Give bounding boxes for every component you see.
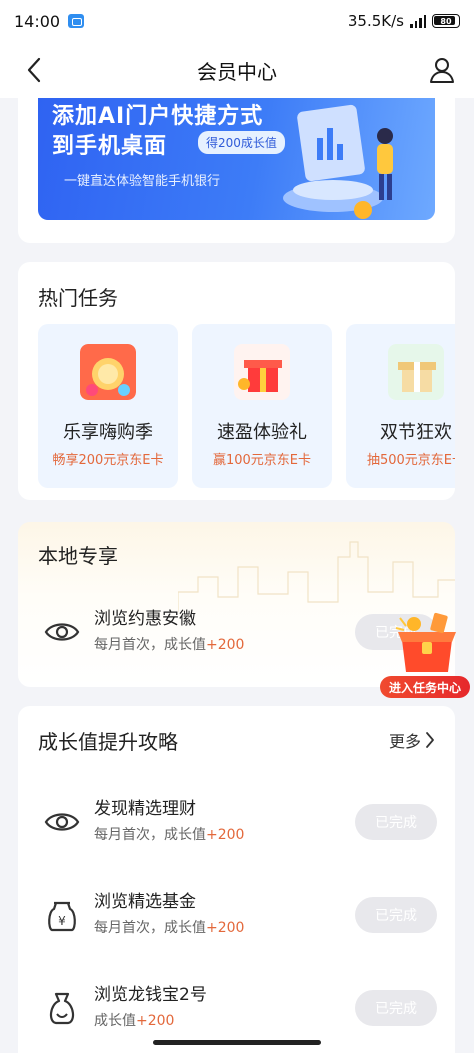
completed-button[interactable]: 已完成	[355, 990, 437, 1026]
svg-text:¥: ¥	[58, 914, 66, 928]
banner-title-line2: 到手机桌面	[52, 134, 168, 159]
shopping-gift-icon	[80, 344, 136, 400]
hot-task-list[interactable]: 乐享嗨购季 畅享200元京东E卡 速盈体验礼 赢100元京东E卡 双节狂欢 抽5…	[38, 324, 455, 488]
eye-icon	[44, 623, 80, 641]
task-desc: 每月首次，成长值+200	[94, 920, 245, 936]
battery-icon: 80	[432, 14, 460, 28]
hot-tasks-title: 热门任务	[38, 286, 118, 310]
task-name: 乐享嗨购季	[63, 422, 153, 443]
growth-strategy-card: 成长值提升攻略 更多 发现精选理财 每月首次，成长值+200 已完成 ¥ 浏览精…	[18, 706, 455, 1053]
festival-gift-icon	[388, 344, 444, 400]
task-name: 双节狂欢	[380, 422, 452, 443]
network-speed: 35.5K/s	[347, 12, 404, 30]
chevron-left-icon	[27, 57, 41, 83]
hot-tasks-card: 热门任务 乐享嗨购季 畅享200元京东E卡 速盈体验礼 赢100元京东E卡 双节…	[18, 262, 455, 500]
task-tile[interactable]: 乐享嗨购季 畅享200元京东E卡	[38, 324, 178, 488]
battery-level: 80	[440, 16, 452, 26]
list-item[interactable]: ¥ 浏览精选基金 每月首次，成长值+200 已完成	[18, 883, 455, 953]
user-icon	[430, 58, 454, 83]
task-title: 浏览龙钱宝2号	[94, 985, 207, 1005]
more-label: 更多	[388, 732, 421, 751]
page-title: 会员中心	[197, 59, 277, 84]
banner-card: 添加AI门户快捷方式 到手机桌面 得200成长值 一键直达体验智能手机银行	[18, 98, 455, 243]
task-name: 速盈体验礼	[217, 422, 307, 443]
local-exclusive-title: 本地专享	[38, 544, 118, 568]
completed-button[interactable]: 已完成	[355, 804, 437, 840]
chevron-right-icon	[426, 732, 434, 748]
profile-button[interactable]	[426, 54, 458, 86]
task-tile[interactable]: 双节狂欢 抽500元京东E卡	[346, 324, 455, 488]
back-button[interactable]	[20, 56, 48, 84]
task-center-float-button[interactable]: 进入任务中心	[380, 612, 472, 702]
growth-strategy-title: 成长值提升攻略	[38, 730, 178, 754]
nav-bar: 会员中心	[0, 42, 474, 98]
money-bag-icon	[49, 992, 75, 1025]
signal-icon	[410, 14, 426, 28]
task-title: 浏览约惠安徽	[94, 609, 196, 629]
status-right: 35.5K/s 80	[348, 12, 460, 30]
fund-jar-icon: ¥	[48, 901, 76, 932]
banner-title: 添加AI门户快捷方式	[52, 104, 264, 129]
ai-shortcut-banner[interactable]: 添加AI门户快捷方式 到手机桌面 得200成长值 一键直达体验智能手机银行	[38, 98, 435, 220]
task-desc: 成长值+200	[94, 1013, 175, 1029]
banner-illustration	[283, 104, 393, 219]
eye-icon	[44, 813, 80, 831]
more-button[interactable]: 更多	[389, 728, 435, 752]
app-notification-icon	[68, 14, 85, 28]
list-item[interactable]: 浏览龙钱宝2号 成长值+200 已完成	[18, 976, 455, 1046]
task-prize: 赢100元京东E卡	[212, 453, 312, 468]
task-title: 发现精选理财	[94, 799, 196, 819]
task-center-label: 进入任务中心	[380, 676, 470, 698]
status-bar: 14:00 35.5K/s 80	[0, 0, 474, 42]
treasure-chest-icon	[395, 612, 456, 672]
task-desc: 每月首次，成长值+200	[94, 827, 245, 843]
banner-badge: 得200成长值	[198, 131, 285, 154]
list-item[interactable]: 发现精选理财 每月首次，成长值+200 已完成	[18, 790, 455, 860]
completed-button[interactable]: 已完成	[355, 897, 437, 933]
banner-subtitle: 一键直达体验智能手机银行	[64, 174, 221, 189]
task-desc: 每月首次，成长值+200	[94, 637, 245, 653]
task-title: 浏览精选基金	[94, 892, 196, 912]
task-prize: 畅享200元京东E卡	[52, 453, 164, 468]
gift-box-icon	[234, 344, 290, 400]
home-indicator[interactable]	[153, 1040, 321, 1045]
task-tile[interactable]: 速盈体验礼 赢100元京东E卡	[192, 324, 332, 488]
task-prize: 抽500元京东E卡	[366, 453, 455, 468]
status-time: 14:00	[14, 11, 61, 31]
